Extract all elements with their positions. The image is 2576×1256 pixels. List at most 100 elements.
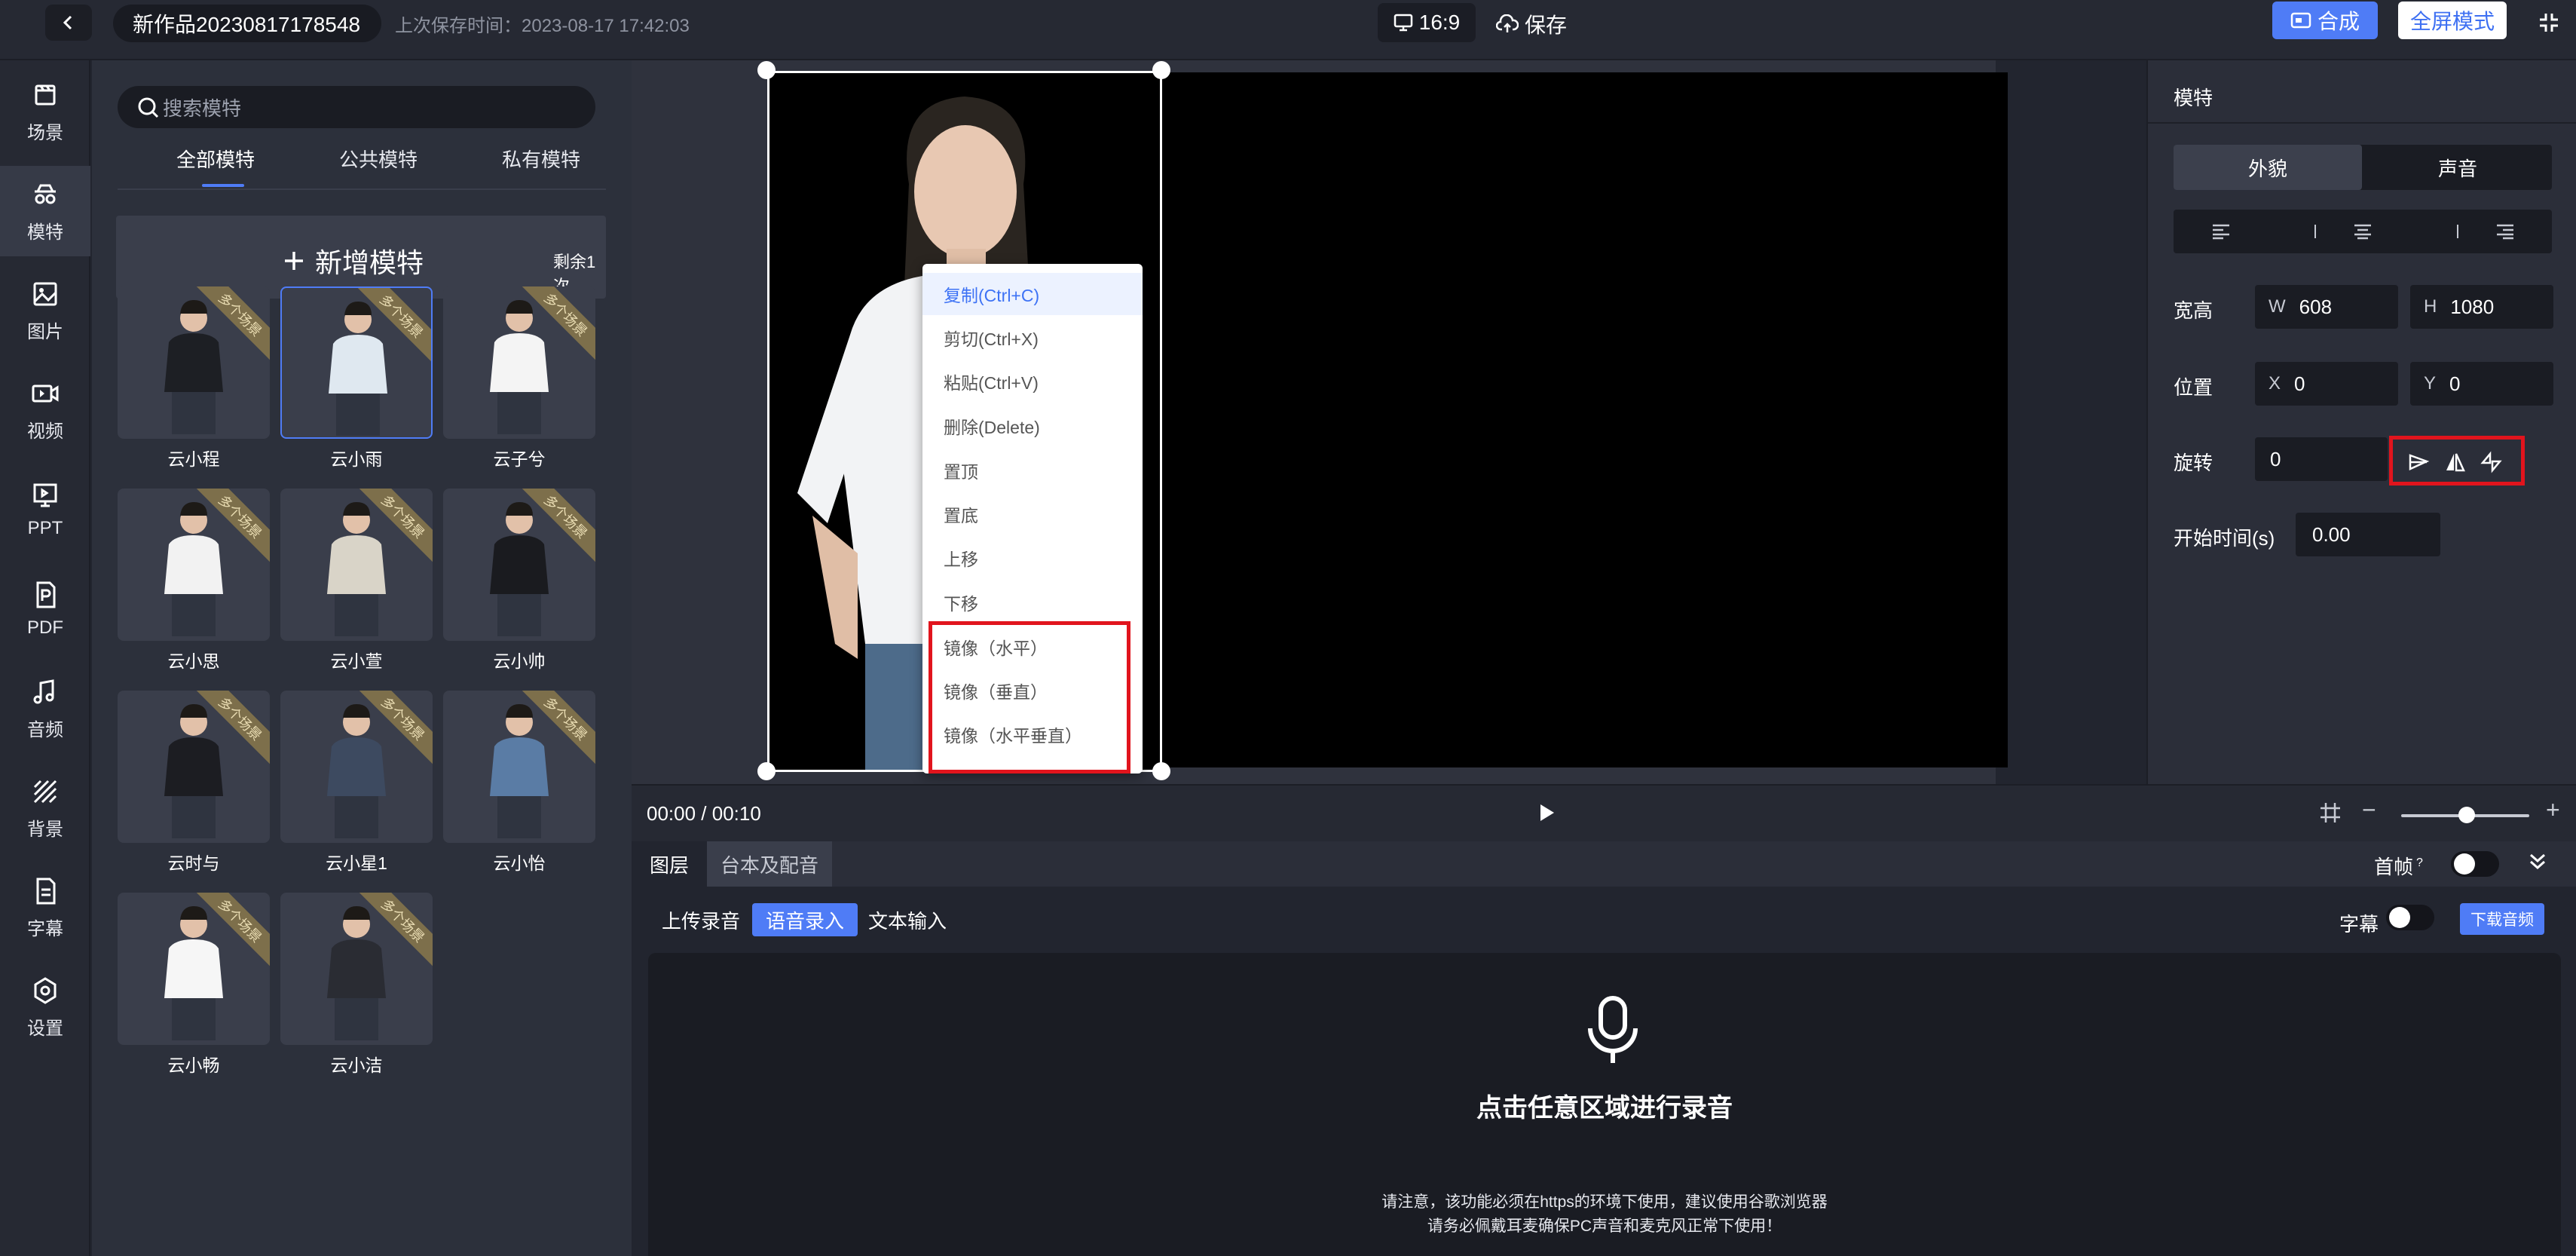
audio-icon xyxy=(33,679,54,703)
compose-button[interactable]: 合成 xyxy=(2272,2,2378,39)
resize-handle-top-left[interactable] xyxy=(757,61,776,79)
width-key: W xyxy=(2269,296,2286,317)
search-placeholder: 搜索模特 xyxy=(163,96,242,120)
menu-item-paste[interactable]: 粘贴(Ctrl+V) xyxy=(922,360,1143,403)
toggle-knob xyxy=(2454,853,2475,875)
tab-private-models[interactable]: 私有模特 xyxy=(502,145,580,173)
tab-voice-input[interactable]: 语音录入 xyxy=(752,903,858,936)
segment-voice[interactable]: 声音 xyxy=(2363,145,2552,190)
align-right-icon[interactable] xyxy=(2458,210,2552,253)
y-field[interactable]: Y 0 xyxy=(2410,362,2553,406)
flip-both-icon[interactable] xyxy=(2476,447,2506,477)
back-button[interactable] xyxy=(45,5,92,41)
save-button[interactable]: 保存 xyxy=(1496,9,1567,39)
model-card[interactable]: 多个场景 xyxy=(118,893,270,1045)
menu-item-delete[interactable]: 删除(Delete) xyxy=(922,405,1143,447)
resize-handle-bottom-right[interactable] xyxy=(1152,762,1170,780)
pdf-icon xyxy=(36,581,56,608)
x-key: X xyxy=(2269,373,2281,394)
model-name: 云小星1 xyxy=(326,853,387,873)
left-nav: 场景 模特 图片 视频 PPT PDF 音频 背景 字幕 设置 xyxy=(0,60,90,1256)
menu-item-cut[interactable]: 剪切(Ctrl+X) xyxy=(922,317,1143,359)
aspect-ratio-button[interactable]: 16:9 xyxy=(1378,3,1476,42)
nav-item-ppt[interactable]: PPT xyxy=(0,464,90,555)
active-tab-indicator xyxy=(202,184,244,187)
menu-item-move-down[interactable]: 下移 xyxy=(922,581,1143,623)
scene-icon xyxy=(35,84,56,105)
nav-item-settings[interactable]: 设置 xyxy=(0,962,90,1052)
nav-label: 视频 xyxy=(27,421,63,442)
nav-item-pdf[interactable]: PDF xyxy=(0,564,90,654)
zoom-out-button[interactable]: − xyxy=(2362,796,2376,824)
record-area[interactable]: 点击任意区域进行录音 请注意，该功能必须在https的环境下使用，建议使用谷歌浏… xyxy=(648,953,2561,1256)
zoom-slider-handle[interactable] xyxy=(2458,807,2475,823)
tab-text-input[interactable]: 文本输入 xyxy=(868,903,947,936)
model-name: 云时与 xyxy=(167,853,220,873)
model-card[interactable]: 多个场景 xyxy=(280,691,433,843)
last-saved-time: 上次保存时间：2023-08-17 17:42:03 xyxy=(395,16,690,36)
properties-title: 模特 xyxy=(2174,87,2213,109)
menu-item-bring-to-top[interactable]: 置顶 xyxy=(922,449,1143,492)
download-audio-button[interactable]: 下载音频 xyxy=(2460,903,2544,935)
project-title[interactable]: 新作品20230817178548 xyxy=(113,5,381,42)
nav-item-background[interactable]: 背景 xyxy=(0,763,90,853)
width-field[interactable]: W 608 xyxy=(2255,285,2398,329)
start-time-field[interactable]: 0.00 xyxy=(2296,513,2440,556)
model-card[interactable]: 多个场景 xyxy=(280,893,433,1045)
x-field[interactable]: X 0 xyxy=(2255,362,2398,406)
model-card[interactable]: 多个场景 xyxy=(443,489,595,641)
model-icon xyxy=(35,184,56,204)
position-label: 位置 xyxy=(2174,376,2213,399)
plus-icon xyxy=(285,252,303,270)
chevron-double-down-icon[interactable] xyxy=(2526,850,2549,877)
flip-horizontal-icon[interactable] xyxy=(2403,447,2434,477)
nav-label: 背景 xyxy=(27,819,63,840)
height-field[interactable]: H 1080 xyxy=(2410,285,2553,329)
tab-all-models[interactable]: 全部模特 xyxy=(176,145,255,173)
nav-item-scene[interactable]: 场景 xyxy=(0,66,90,157)
rotate-field[interactable]: 0 xyxy=(2255,437,2388,481)
search-input[interactable]: 搜索模特 xyxy=(118,86,595,128)
flip-vertical-icon[interactable] xyxy=(2440,447,2470,477)
exit-fullscreen-icon[interactable] xyxy=(2534,8,2564,38)
fullscreen-button[interactable]: 全屏模式 xyxy=(2398,2,2507,39)
menu-item-move-up[interactable]: 上移 xyxy=(922,537,1143,579)
tab-script-dubbing[interactable]: 台本及配音 xyxy=(707,841,832,887)
model-card[interactable]: 多个场景 xyxy=(443,691,595,843)
align-center-icon[interactable] xyxy=(2315,210,2409,253)
model-card[interactable]: 多个场景 xyxy=(118,489,270,641)
menu-item-send-to-bottom[interactable]: 置底 xyxy=(922,493,1143,535)
nav-item-model[interactable]: 模特 xyxy=(0,166,90,256)
resize-handle-bottom-left[interactable] xyxy=(757,762,776,780)
rotate-value: 0 xyxy=(2270,447,2281,470)
model-card[interactable]: 多个场景 xyxy=(118,286,270,439)
model-card[interactable]: 多个场景 xyxy=(118,691,270,843)
subtitle-toggle[interactable] xyxy=(2386,905,2434,930)
play-button[interactable] xyxy=(1534,801,1559,829)
model-card[interactable]: 多个场景 xyxy=(280,286,433,439)
nav-item-subtitle[interactable]: 字幕 xyxy=(0,862,90,953)
menu-item-copy[interactable]: 复制(Ctrl+C) xyxy=(922,273,1143,315)
tab-upload-recording[interactable]: 上传录音 xyxy=(662,903,740,936)
zoom-in-button[interactable]: + xyxy=(2546,796,2560,824)
help-icon[interactable]: ? xyxy=(2416,856,2423,869)
align-left-icon[interactable] xyxy=(2174,210,2268,253)
subtitle-icon xyxy=(36,878,56,904)
grid-icon[interactable] xyxy=(2318,801,2342,829)
start-time-value: 0.00 xyxy=(2312,522,2351,546)
rotate-label: 旋转 xyxy=(2174,452,2213,474)
ppt-icon xyxy=(33,483,57,507)
nav-item-image[interactable]: 图片 xyxy=(0,265,90,356)
nav-item-audio[interactable]: 音频 xyxy=(0,663,90,754)
tab-layers[interactable]: 图层 xyxy=(632,841,707,887)
nav-item-video[interactable]: 视频 xyxy=(0,365,90,455)
model-card[interactable]: 多个场景 xyxy=(280,489,433,641)
tab-public-models[interactable]: 公共模特 xyxy=(339,145,418,173)
model-card[interactable]: 多个场景 xyxy=(443,286,595,439)
first-frame-toggle[interactable] xyxy=(2451,851,2499,877)
appearance-voice-switch: 外貌 声音 xyxy=(2174,145,2552,190)
save-label: 保存 xyxy=(1525,14,1568,37)
first-frame-text: 首帧 xyxy=(2374,856,2414,878)
segment-appearance[interactable]: 外貌 xyxy=(2174,145,2362,190)
resize-handle-top-right[interactable] xyxy=(1152,61,1170,79)
